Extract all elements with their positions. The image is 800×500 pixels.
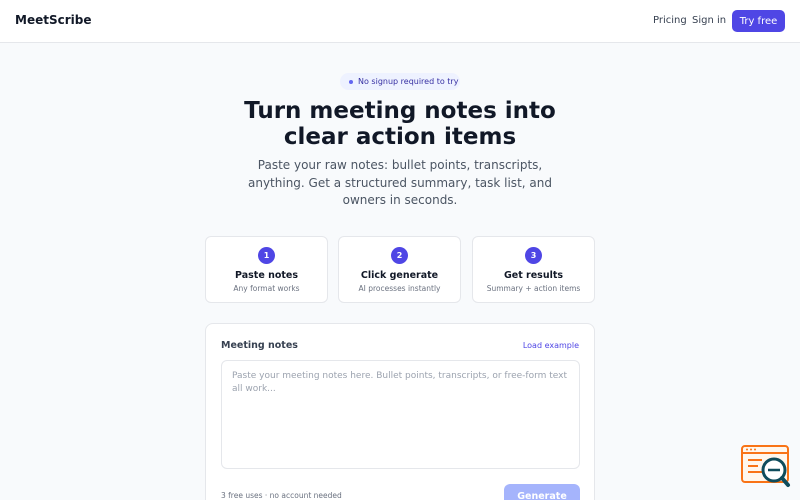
- no-signup-badge: No signup required to try: [340, 73, 460, 90]
- step-card-paste: 1 Paste notes Any format works: [205, 236, 328, 303]
- nav-pricing-link[interactable]: Pricing: [653, 15, 687, 26]
- search-document-icon: [741, 445, 790, 487]
- meeting-notes-card: Meeting notes Load example 3 free uses ·…: [205, 323, 595, 500]
- meeting-notes-label: Meeting notes: [221, 340, 298, 351]
- step-card-generate: 2 Click generate AI processes instantly: [338, 236, 461, 303]
- hero-title: Turn meeting notes into clear action ite…: [150, 98, 650, 150]
- badge-dot-icon: [349, 80, 353, 84]
- load-example-link[interactable]: Load example: [523, 341, 579, 350]
- hero-title-line-2: clear action items: [283, 124, 517, 150]
- step-number-badge: 1: [258, 247, 275, 264]
- step-number-badge: 3: [525, 247, 542, 264]
- badge-text: No signup required to try: [358, 77, 459, 86]
- hero-subtitle-line-2: anything. Get a structured summary, task…: [248, 175, 552, 190]
- step-card-results: 3 Get results Summary + action items: [472, 236, 595, 303]
- step-description: Any format works: [233, 284, 300, 293]
- hero-title-line-1: Turn meeting notes into: [244, 98, 556, 124]
- meeting-notes-input[interactable]: [221, 360, 580, 469]
- step-title: Paste notes: [235, 270, 298, 281]
- top-header: MeetScribe Pricing Sign in Try free: [0, 0, 800, 43]
- step-description: AI processes instantly: [358, 284, 441, 293]
- step-title: Click generate: [360, 270, 439, 281]
- step-description: Summary + action items: [486, 284, 581, 293]
- hero-subtitle: Paste your raw notes: bullet points, tra…: [230, 157, 570, 210]
- hero-subtitle-line-1: Paste your raw notes: bullet points, tra…: [257, 158, 543, 172]
- step-title: Get results: [503, 270, 564, 281]
- step-number-badge: 2: [391, 247, 408, 264]
- free-uses-note: 3 free uses · no account needed: [221, 491, 342, 500]
- nav-sign-in-link[interactable]: Sign in: [692, 15, 726, 26]
- floating-help-widget[interactable]: [740, 445, 792, 489]
- try-free-button[interactable]: Try free: [732, 10, 785, 32]
- brand-logo[interactable]: MeetScribe: [15, 13, 91, 27]
- generate-button[interactable]: Generate: [504, 484, 580, 500]
- hero-subtitle-line-3: owners in seconds.: [342, 193, 458, 207]
